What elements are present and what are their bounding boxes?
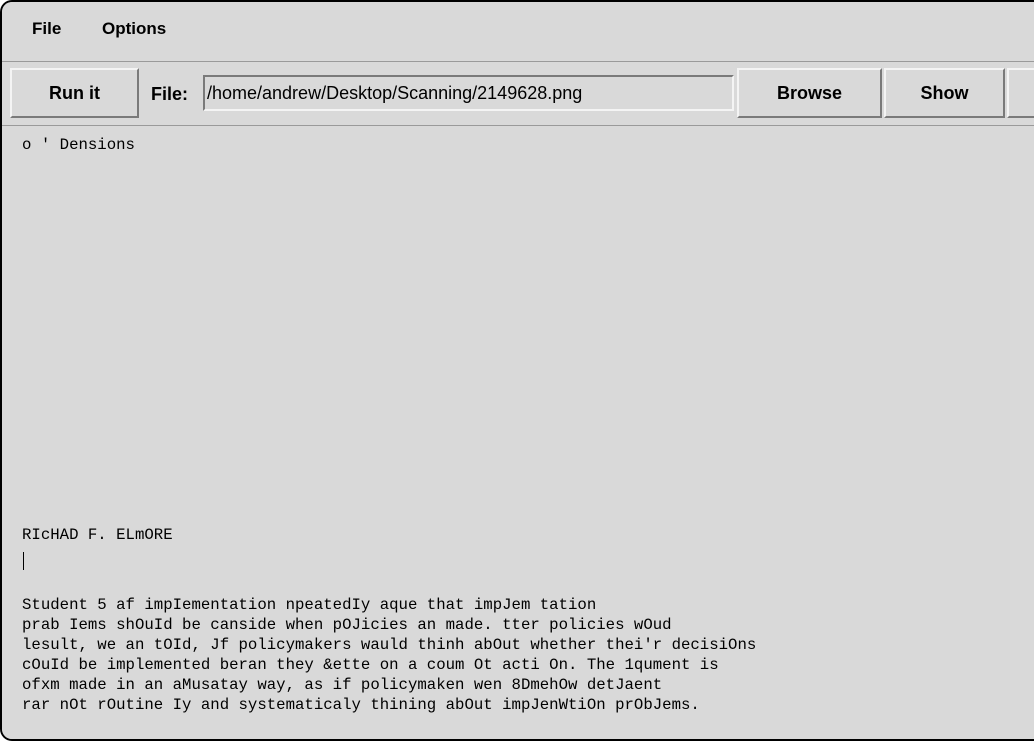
ocr-output-text[interactable]: o ' Densions RIcHAD F. ELmORE Student 5 … — [2, 126, 1034, 739]
browse-button[interactable]: Browse — [737, 68, 882, 118]
output-line: Student 5 af impIementation npeatedIy aq… — [22, 596, 597, 614]
menu-file[interactable]: File — [32, 19, 61, 39]
ocr-app-window: File Options Run it File: Browse Show o … — [0, 0, 1034, 741]
extra-button[interactable] — [1007, 68, 1034, 118]
text-cursor — [23, 552, 24, 570]
output-line: prab Iems shOuId be canside when pOJicie… — [22, 616, 672, 634]
output-line: cOuId be implemented beran they &ette on… — [22, 656, 719, 674]
output-line: o ' Densions — [22, 136, 135, 154]
menu-bar: File Options — [2, 2, 1034, 62]
toolbar: Run it File: Browse Show — [2, 62, 1034, 126]
file-path-input[interactable] — [203, 75, 734, 111]
file-label: File: — [151, 84, 189, 104]
output-line: lesult, we an tOId, Jf policymakers waul… — [22, 636, 757, 654]
menu-options[interactable]: Options — [102, 19, 166, 39]
show-button[interactable]: Show — [884, 68, 1005, 118]
output-line: ofxm made in an aMusatay way, as if poli… — [22, 676, 663, 694]
output-line: RIcHAD F. ELmORE — [22, 526, 173, 544]
run-button[interactable]: Run it — [10, 68, 139, 118]
output-line: rar nOt rOutine Iy and systematicaly thi… — [22, 696, 700, 714]
